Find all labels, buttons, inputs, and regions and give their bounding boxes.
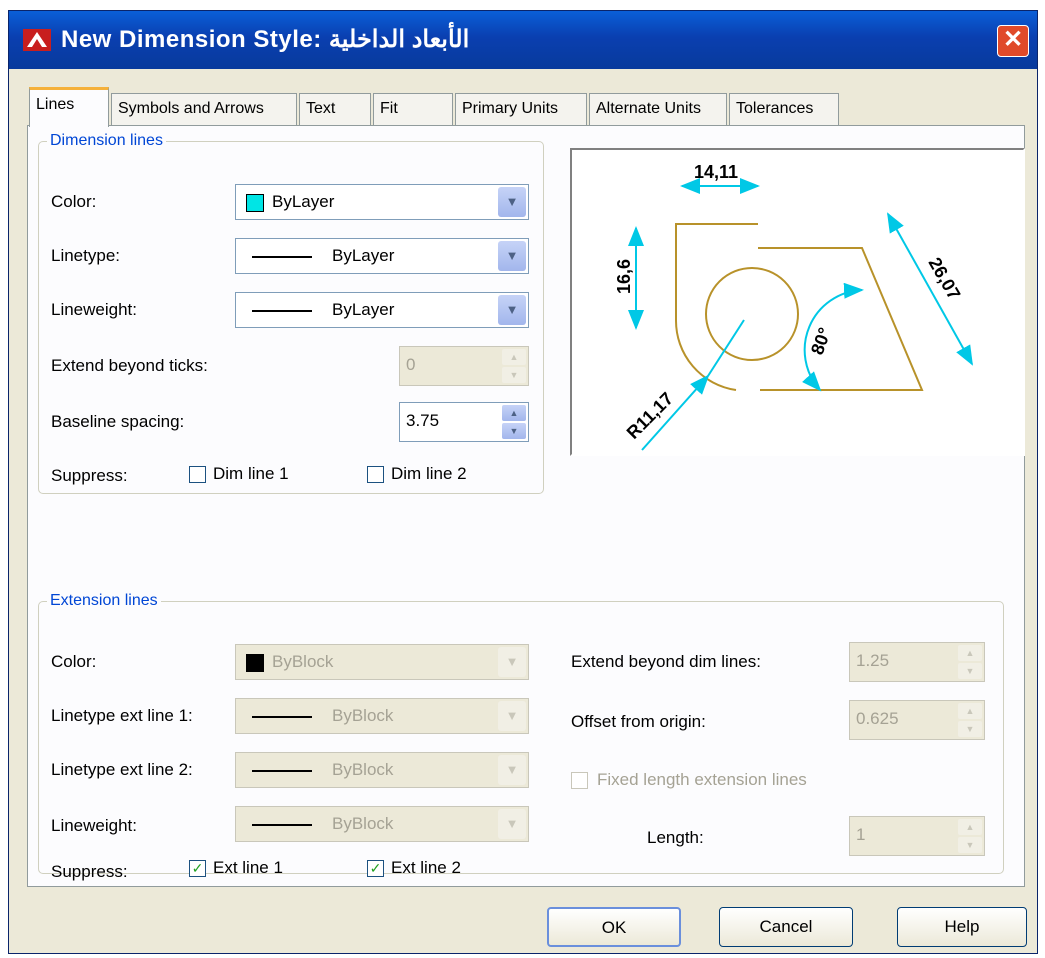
dim-line-1-label[interactable]: Dim line 1 [213, 464, 289, 484]
ext-linetype2-value: ByBlock [332, 760, 394, 779]
ext-linetype2-label: Linetype ext line 2: [51, 760, 193, 779]
dim-color-select[interactable]: ByLayer ▼ [235, 184, 529, 220]
ext-color-swatch [246, 654, 264, 672]
line-sample-icon [252, 824, 312, 826]
ext-lineweight-label: Lineweight: [51, 816, 138, 835]
extension-lines-group: Extension lines Color: ByBlock ▼ Linetyp… [38, 592, 1004, 881]
lines-tab-panel: Dimension lines Color: ByLayer ▼ Linetyp… [27, 125, 1025, 887]
line-sample-icon [252, 310, 312, 312]
chevron-down-icon: ▼ [498, 647, 526, 677]
dim-lineweight-label: Lineweight: [51, 300, 138, 319]
dim-linetype-label: Linetype: [51, 246, 120, 265]
chevron-down-icon: ▼ [498, 809, 526, 839]
tab-symbols-and-arrows[interactable]: Symbols and Arrows [111, 93, 297, 125]
dim-suppress-label: Suppress: [51, 466, 128, 485]
dim-linetype-value: ByLayer [332, 246, 395, 265]
line-sample-icon [252, 770, 312, 772]
ext-linetype2-select: ByBlock ▼ [235, 752, 529, 788]
ext-color-select: ByBlock ▼ [235, 644, 529, 680]
baseline-spacing-spinner[interactable]: 3.75 ▲ ▼ [399, 402, 529, 442]
line-sample-icon [252, 716, 312, 718]
dim-color-swatch [246, 194, 264, 212]
dim-line-2-checkbox[interactable] [367, 466, 384, 483]
baseline-spacing-label: Baseline spacing: [51, 412, 185, 431]
window-title: New Dimension Style: الأبعاد الداخلية [61, 26, 470, 53]
length-label: Length: [647, 828, 704, 847]
ext-linetype1-value: ByBlock [332, 706, 394, 725]
dim-line-1-checkbox[interactable] [189, 466, 206, 483]
title-bar[interactable]: New Dimension Style: الأبعاد الداخلية ✕ [9, 11, 1037, 69]
offset-origin-value: 0.625 [856, 709, 899, 728]
cancel-button[interactable]: Cancel [719, 907, 853, 947]
ext-line-2-checkbox[interactable]: ✓ [367, 860, 384, 877]
ext-suppress-label: Suppress: [51, 862, 128, 881]
preview-dim-slant: 26,07 [925, 254, 965, 303]
tab-lines[interactable]: Lines [29, 87, 109, 127]
ext-linetype1-select: ByBlock ▼ [235, 698, 529, 734]
chevron-down-icon[interactable]: ▼ [498, 295, 526, 325]
line-sample-icon [252, 256, 312, 258]
fixed-length-label: Fixed length extension lines [597, 770, 807, 789]
spin-down-icon: ▼ [502, 367, 526, 383]
extend-dim-lines-label: Extend beyond dim lines: [571, 652, 761, 671]
spin-up-icon: ▲ [958, 703, 982, 719]
length-spinner: 1 ▲ ▼ [849, 816, 985, 856]
ext-line-1-label[interactable]: Ext line 1 [213, 858, 283, 878]
dim-line-2-label[interactable]: Dim line 2 [391, 464, 467, 484]
baseline-spacing-value: 3.75 [406, 411, 440, 430]
tab-alternate-units[interactable]: Alternate Units [589, 93, 727, 125]
extend-ticks-spinner: 0 ▲ ▼ [399, 346, 529, 386]
dim-linetype-select[interactable]: ByLayer ▼ [235, 238, 529, 274]
extend-dim-lines-spinner: 1.25 ▲ ▼ [849, 642, 985, 682]
ext-color-label: Color: [51, 652, 97, 671]
spin-up-icon: ▲ [502, 349, 526, 365]
chevron-down-icon[interactable]: ▼ [498, 187, 526, 217]
dim-color-label: Color: [51, 192, 97, 211]
spin-down-icon: ▼ [958, 721, 982, 737]
dim-lineweight-value: ByLayer [332, 300, 395, 319]
length-value: 1 [856, 825, 866, 844]
spin-down-icon: ▼ [958, 837, 982, 853]
autocad-app-icon [23, 29, 51, 51]
tab-primary-units[interactable]: Primary Units [455, 93, 587, 125]
preview-dim-left: 16,6 [614, 259, 634, 294]
offset-origin-spinner: 0.625 ▲ ▼ [849, 700, 985, 740]
dimension-preview: 14,11 16,6 26,07 80° R11,17 [570, 148, 1025, 456]
ext-line-1-checkbox[interactable]: ✓ [189, 860, 206, 877]
extend-dim-lines-value: 1.25 [856, 651, 890, 670]
offset-origin-label: Offset from origin: [571, 712, 706, 731]
preview-dim-angle: 80° [807, 325, 835, 357]
dim-color-value: ByLayer [272, 192, 335, 211]
ext-linetype1-label: Linetype ext line 1: [51, 706, 193, 725]
ok-button[interactable]: OK [547, 907, 681, 947]
spin-up-icon: ▲ [958, 819, 982, 835]
ext-color-value: ByBlock [272, 652, 334, 671]
dimension-lines-group: Dimension lines Color: ByLayer ▼ Linetyp… [38, 132, 544, 494]
dialog-window: New Dimension Style: الأبعاد الداخلية ✕ … [8, 10, 1038, 954]
tab-fit[interactable]: Fit [373, 93, 453, 125]
chevron-down-icon[interactable]: ▼ [498, 241, 526, 271]
tab-tolerances[interactable]: Tolerances [729, 93, 839, 125]
dim-lineweight-select[interactable]: ByLayer ▼ [235, 292, 529, 328]
chevron-down-icon: ▼ [498, 701, 526, 731]
fixed-length-checkbox [571, 772, 588, 789]
dimension-lines-legend: Dimension lines [50, 132, 163, 149]
extend-ticks-value: 0 [406, 355, 416, 374]
help-button[interactable]: Help [897, 907, 1027, 947]
spin-down-icon[interactable]: ▼ [502, 423, 526, 439]
preview-drawing: 14,11 16,6 26,07 80° R11,17 [614, 162, 973, 451]
ext-lineweight-value: ByBlock [332, 814, 394, 833]
spin-up-icon[interactable]: ▲ [502, 405, 526, 421]
preview-dim-top: 14,11 [694, 162, 738, 182]
close-button[interactable]: ✕ [997, 25, 1029, 57]
spin-up-icon: ▲ [958, 645, 982, 661]
chevron-down-icon: ▼ [498, 755, 526, 785]
extend-ticks-label: Extend beyond ticks: [51, 356, 208, 375]
ext-line-2-label[interactable]: Ext line 2 [391, 858, 461, 878]
extension-lines-legend: Extension lines [50, 592, 158, 609]
spin-down-icon: ▼ [958, 663, 982, 679]
ext-lineweight-select: ByBlock ▼ [235, 806, 529, 842]
tab-text[interactable]: Text [299, 93, 371, 125]
preview-dim-radius: R11,17 [623, 388, 677, 442]
